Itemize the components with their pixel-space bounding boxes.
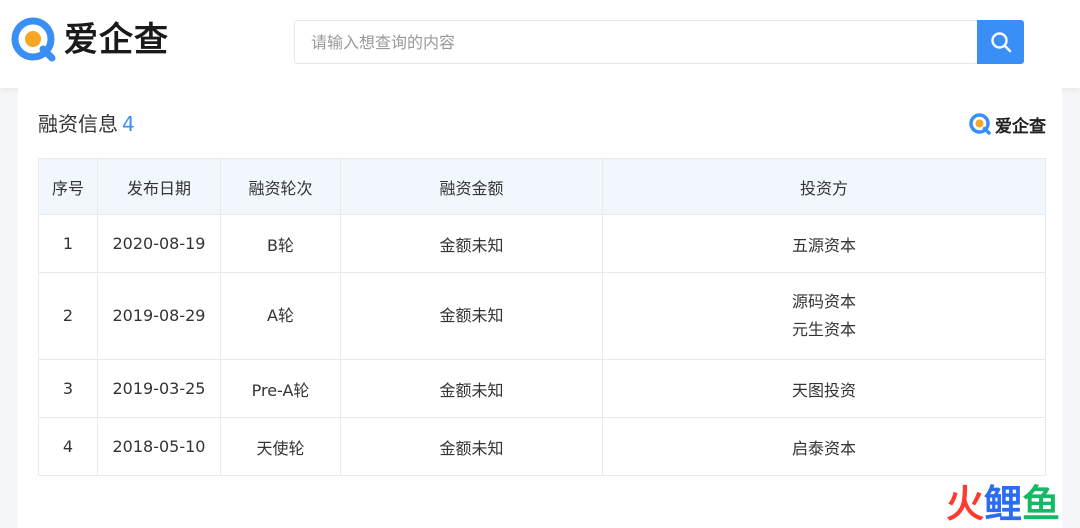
cell-round: Pre-A轮 <box>220 359 341 418</box>
cell-index: 2 <box>38 272 98 360</box>
brand-logo-icon <box>10 16 58 64</box>
financing-panel: 融资信息 4 爱企查 序号 发布日期 融资轮次 融资金额 投资方 1 2020-0… <box>18 88 1062 528</box>
cell-index: 3 <box>38 359 98 418</box>
cell-amount: 金额未知 <box>340 359 603 418</box>
investor-link[interactable]: 源码资本 <box>603 288 1045 316</box>
header-round: 融资轮次 <box>220 158 341 215</box>
table-row: 1 2020-08-19 B轮 金额未知 五源资本 <box>38 214 1046 273</box>
mini-brand-logo: 爱企查 <box>968 112 1046 137</box>
watermark-logo: 火 鲤 鱼 <box>946 484 1060 524</box>
watermark-char: 鲤 <box>983 482 1022 526</box>
search-bar <box>294 20 1024 64</box>
header-investors: 投资方 <box>602 158 1046 215</box>
cell-investors: 源码资本 元生资本 <box>602 272 1046 360</box>
cell-round: A轮 <box>220 272 341 360</box>
header-date: 发布日期 <box>97 158 221 215</box>
mini-brand-name: 爱企查 <box>995 116 1046 137</box>
investor-link[interactable]: 元生资本 <box>603 316 1045 344</box>
section-count: 4 <box>122 112 135 136</box>
brand-name: 爱企查 <box>64 20 169 60</box>
search-button[interactable] <box>977 20 1024 64</box>
watermark-char: 火 <box>945 482 984 526</box>
section-title: 融资信息 4 <box>38 110 135 138</box>
table-row: 2 2019-08-29 A轮 金额未知 源码资本 元生资本 <box>38 272 1046 360</box>
cell-round: 天使轮 <box>220 417 341 476</box>
cell-date: 2019-03-25 <box>97 359 221 418</box>
cell-index: 4 <box>38 417 98 476</box>
header-index: 序号 <box>38 158 98 215</box>
cell-amount: 金额未知 <box>340 214 603 273</box>
watermark-char: 鱼 <box>1021 482 1060 526</box>
top-bar: 爱企查 <box>0 0 1080 88</box>
section-title-text: 融资信息 <box>38 112 118 136</box>
table-row: 4 2018-05-10 天使轮 金额未知 启泰资本 <box>38 417 1046 476</box>
search-input[interactable] <box>294 20 977 64</box>
cell-investors: 五源资本 <box>602 214 1046 273</box>
cell-index: 1 <box>38 214 98 273</box>
cell-amount: 金额未知 <box>340 417 603 476</box>
brand-logo[interactable]: 爱企查 <box>10 16 169 64</box>
table-header-row: 序号 发布日期 融资轮次 融资金额 投资方 <box>38 158 1046 215</box>
financing-table: 序号 发布日期 融资轮次 融资金额 投资方 1 2020-08-19 B轮 金额… <box>38 158 1046 476</box>
cell-date: 2019-08-29 <box>97 272 221 360</box>
cell-round: B轮 <box>220 214 341 273</box>
investor-link[interactable]: 启泰资本 <box>603 435 1045 459</box>
cell-investors: 天图投资 <box>602 359 1046 418</box>
mini-logo-icon <box>969 113 991 135</box>
header-amount: 融资金额 <box>340 158 603 215</box>
cell-amount: 金额未知 <box>340 272 603 360</box>
search-icon <box>990 32 1011 53</box>
investor-link[interactable]: 五源资本 <box>603 232 1045 256</box>
table-row: 3 2019-03-25 Pre-A轮 金额未知 天图投资 <box>38 359 1046 418</box>
cell-date: 2018-05-10 <box>97 417 221 476</box>
cell-investors: 启泰资本 <box>602 417 1046 476</box>
cell-date: 2020-08-19 <box>97 214 221 273</box>
investor-link[interactable]: 天图投资 <box>603 377 1045 401</box>
